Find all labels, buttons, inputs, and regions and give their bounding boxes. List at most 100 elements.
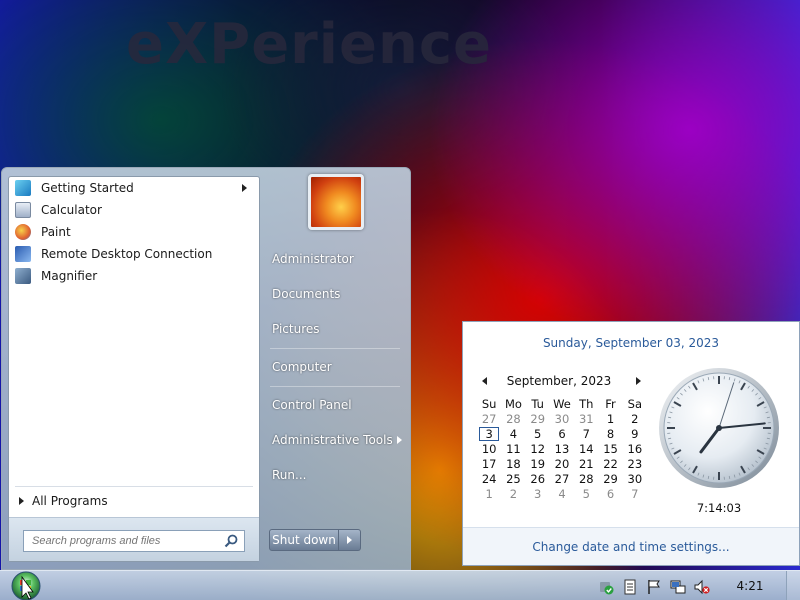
places-pane: Administrator Documents Pictures Compute…	[262, 168, 412, 571]
menu-item-label: Documents	[272, 287, 341, 301]
calendar-day-today[interactable]: 3	[477, 426, 501, 441]
calendar-day[interactable]: 10	[477, 441, 501, 456]
program-label: Magnifier	[41, 269, 98, 283]
shutdown-options-button[interactable]	[339, 529, 361, 551]
menu-item-pictures[interactable]: Pictures	[272, 317, 404, 341]
calendar-week: 24 25 26 27 28 29 30	[477, 471, 647, 486]
calendar-day[interactable]: 30	[550, 411, 574, 426]
calendar-day[interactable]: 6	[550, 426, 574, 441]
all-programs-label: All Programs	[32, 494, 108, 508]
calendar-day[interactable]: 12	[526, 441, 550, 456]
network-icon[interactable]	[670, 579, 686, 595]
calendar-day[interactable]: 21	[574, 456, 598, 471]
flag-icon[interactable]	[646, 579, 662, 595]
start-button[interactable]	[8, 571, 44, 600]
program-magnifier[interactable]: Magnifier	[13, 265, 257, 287]
calendar-day[interactable]: 23	[623, 456, 647, 471]
menu-item-documents[interactable]: Documents	[272, 282, 404, 306]
weekday-header: Su	[481, 396, 497, 411]
taskbar-clock[interactable]: 4:21	[728, 579, 772, 593]
month-label[interactable]: September, 2023	[499, 374, 619, 388]
search-input[interactable]	[23, 530, 245, 552]
volume-muted-icon[interactable]	[694, 579, 710, 595]
user-picture[interactable]	[308, 174, 364, 230]
calendar-day[interactable]: 5	[574, 486, 598, 501]
previous-month-icon[interactable]	[482, 377, 487, 385]
weekday-header: Fr	[605, 396, 616, 411]
calendar-day[interactable]: 3	[526, 486, 550, 501]
calendar-day[interactable]: 2	[623, 411, 647, 426]
menu-item-computer[interactable]: Computer	[272, 355, 404, 379]
calendar-day[interactable]: 18	[501, 456, 525, 471]
menu-item-run[interactable]: Run...	[272, 463, 404, 487]
calendar-day[interactable]: 29	[526, 411, 550, 426]
calendar-week: 1234567	[477, 486, 647, 501]
document-icon[interactable]	[622, 579, 638, 595]
menu-item-label: Computer	[272, 360, 332, 374]
menu-item-label: Pictures	[272, 322, 320, 336]
calendar-day[interactable]: 31	[574, 411, 598, 426]
change-date-time-settings-link[interactable]: Change date and time settings...	[463, 527, 799, 565]
calendar-day[interactable]: 4	[501, 426, 525, 441]
calendar-day[interactable]: 27	[477, 411, 501, 426]
calendar-day[interactable]: 1	[477, 486, 501, 501]
calendar-week: 3456789	[477, 426, 647, 441]
places-separator	[270, 386, 400, 387]
calendar-day[interactable]: 16	[623, 441, 647, 456]
calendar-day[interactable]: 27	[550, 471, 574, 486]
shutdown-button[interactable]: Shut down	[269, 529, 339, 551]
menu-item-label: Run...	[272, 468, 307, 482]
weekday-header: Mo	[504, 396, 522, 411]
calendar-day[interactable]: 19	[526, 456, 550, 471]
submenu-arrow-icon	[242, 184, 247, 192]
calendar-day[interactable]: 28	[501, 411, 525, 426]
month-navigator: September, 2023	[479, 374, 641, 390]
calendar-day[interactable]: 11	[501, 441, 525, 456]
calendar-day[interactable]: 7	[623, 486, 647, 501]
calendar-day[interactable]: 24	[477, 471, 501, 486]
calendar-day[interactable]: 9	[623, 426, 647, 441]
calendar-day[interactable]: 22	[598, 456, 622, 471]
shield-check-icon[interactable]	[598, 579, 614, 595]
all-programs-arrow-icon	[19, 497, 24, 505]
getting-started-icon	[15, 180, 31, 196]
calendar-day[interactable]: 30	[623, 471, 647, 486]
calendar-day[interactable]: 7	[574, 426, 598, 441]
program-getting-started[interactable]: Getting Started	[13, 177, 257, 199]
program-calculator[interactable]: Calculator	[13, 199, 257, 221]
menu-item-administrator[interactable]: Administrator	[272, 247, 404, 271]
calendar-day[interactable]: 14	[574, 441, 598, 456]
calendar-day[interactable]: 4	[550, 486, 574, 501]
calendar-day[interactable]: 15	[598, 441, 622, 456]
calendar-week: 10 11 12 13 14 15 16	[477, 441, 647, 456]
calendar-day[interactable]: 20	[550, 456, 574, 471]
calendar-week: 27 28 29 30 31 1 2	[477, 411, 647, 426]
menu-item-administrative-tools[interactable]: Administrative Tools	[272, 428, 404, 452]
all-programs-button[interactable]: All Programs	[19, 491, 249, 511]
calendar-day[interactable]: 26	[526, 471, 550, 486]
program-label: Paint	[41, 225, 71, 239]
calendar-day[interactable]: 2	[501, 486, 525, 501]
calendar-day[interactable]: 25	[501, 471, 525, 486]
menu-item-control-panel[interactable]: Control Panel	[272, 393, 404, 417]
weekday-header: We	[553, 396, 571, 411]
calendar-day[interactable]: 8	[598, 426, 622, 441]
calendar-day[interactable]: 13	[550, 441, 574, 456]
calendar-day[interactable]: 17	[477, 456, 501, 471]
calendar-day[interactable]: 5	[526, 426, 550, 441]
program-remote-desktop[interactable]: Remote Desktop Connection	[13, 243, 257, 265]
search-icon[interactable]	[224, 534, 238, 548]
calendar-day[interactable]: 6	[598, 486, 622, 501]
weekday-header: Th	[579, 396, 594, 411]
calendar-day[interactable]: 28	[574, 471, 598, 486]
calendar-day[interactable]: 1	[598, 411, 622, 426]
calendar-day[interactable]: 29	[598, 471, 622, 486]
next-month-icon[interactable]	[636, 377, 641, 385]
program-label: Getting Started	[41, 181, 134, 195]
long-date-link[interactable]: Sunday, September 03, 2023	[463, 336, 799, 350]
menu-item-label: Control Panel	[272, 398, 352, 412]
show-desktop-button[interactable]	[786, 571, 800, 600]
chevron-right-icon	[347, 536, 352, 544]
submenu-arrow-icon	[397, 436, 402, 444]
program-paint[interactable]: Paint	[13, 221, 257, 243]
